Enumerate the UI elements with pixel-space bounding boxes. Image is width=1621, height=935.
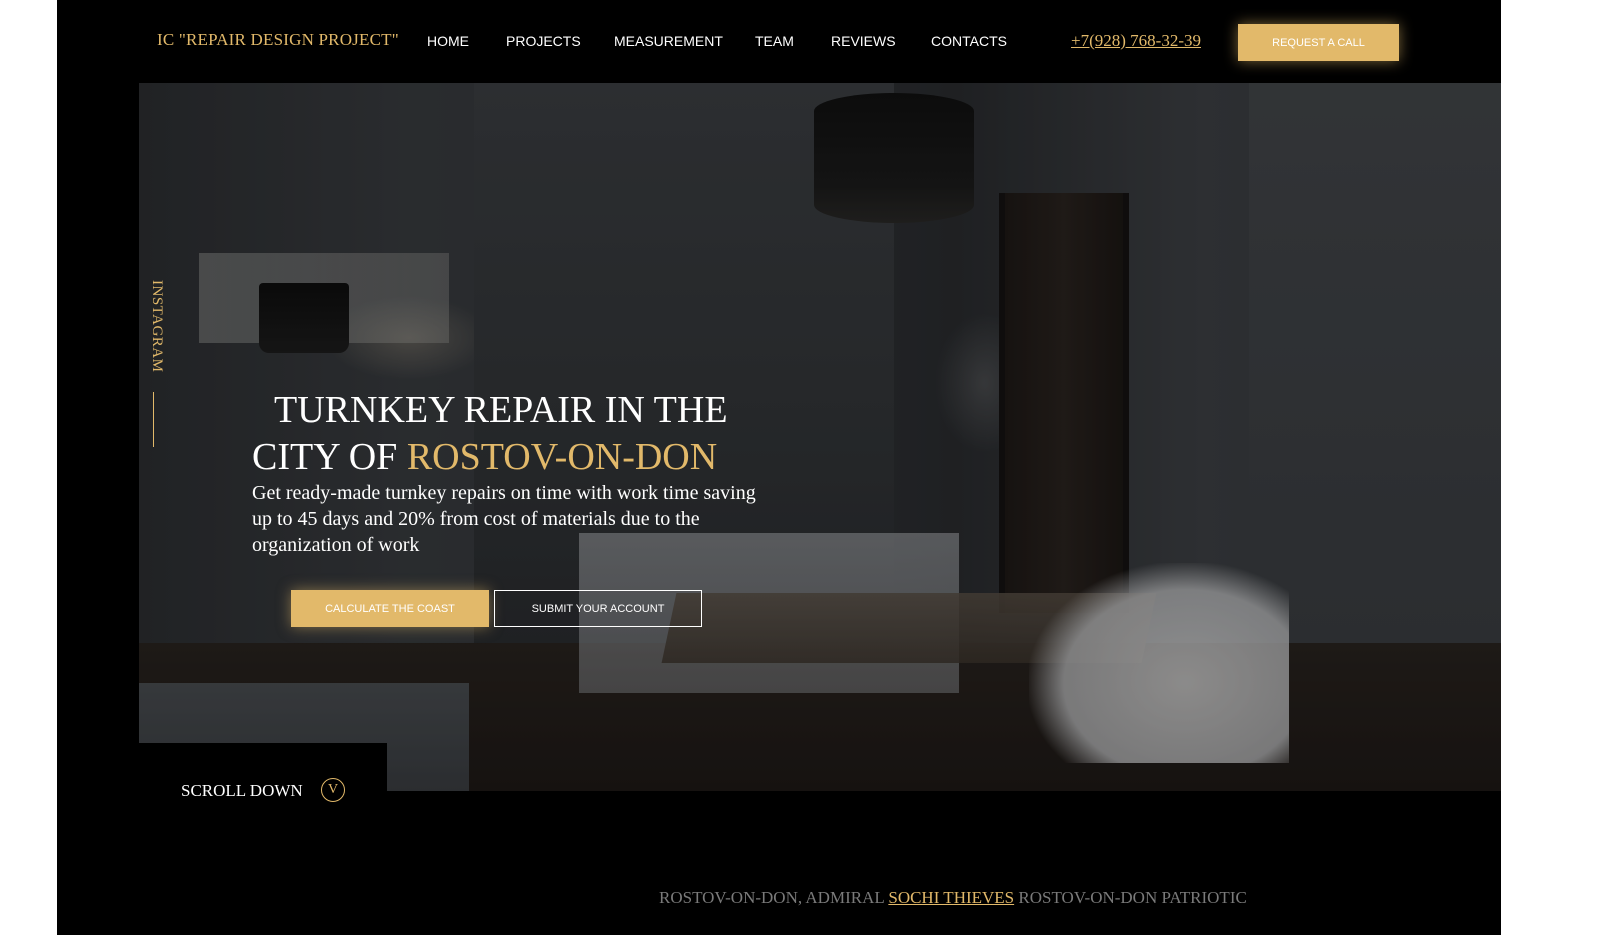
hero-title-line1: TURNKEY REPAIR IN THE bbox=[274, 389, 728, 431]
hero-title-line2: CITY OF ROSTOV-ON-DON bbox=[252, 433, 717, 481]
location-before: ROSTOV-ON-DON, ADMIRAL bbox=[659, 888, 889, 907]
request-call-button[interactable]: REQUEST A CALL bbox=[1238, 24, 1399, 61]
nav-measurement[interactable]: MEASUREMENT bbox=[614, 33, 723, 49]
nav-projects[interactable]: PROJECTS bbox=[506, 33, 581, 49]
nav-team[interactable]: TEAM bbox=[755, 33, 794, 49]
submit-account-button[interactable]: SUBMIT YOUR ACCOUNT bbox=[494, 590, 702, 627]
chevron-down-icon[interactable]: V bbox=[321, 778, 345, 802]
hero-title-prefix: CITY OF bbox=[252, 436, 407, 478]
nav-reviews[interactable]: REVIEWS bbox=[831, 33, 896, 49]
nav-contacts[interactable]: CONTACTS bbox=[931, 33, 1007, 49]
instagram-link[interactable]: INSTAGRAM bbox=[148, 280, 165, 372]
instagram-divider bbox=[153, 392, 154, 447]
hero-description: Get ready-made turnkey repairs on time w… bbox=[252, 482, 756, 556]
nav-home[interactable]: HOME bbox=[427, 33, 469, 49]
site-logo[interactable]: IC "REPAIR DESIGN PROJECT" bbox=[157, 30, 399, 50]
page: IC "REPAIR DESIGN PROJECT" HOME PROJECTS… bbox=[57, 0, 1501, 935]
scroll-down-label[interactable]: SCROLL DOWN bbox=[181, 781, 303, 801]
hero-title-city: ROSTOV-ON-DON bbox=[406, 436, 718, 478]
phone-link[interactable]: +7(928) 768-32-39 bbox=[1071, 31, 1201, 51]
locations-line: ROSTOV-ON-DON, ADMIRAL SOCHI THIEVES ROS… bbox=[659, 888, 1247, 908]
location-after: ROSTOV-ON-DON PATRIOTIC bbox=[1014, 888, 1247, 907]
calculate-cost-button[interactable]: CALCULATE THE COAST bbox=[291, 590, 489, 627]
location-active-link[interactable]: SOCHI THIEVES bbox=[888, 888, 1014, 907]
